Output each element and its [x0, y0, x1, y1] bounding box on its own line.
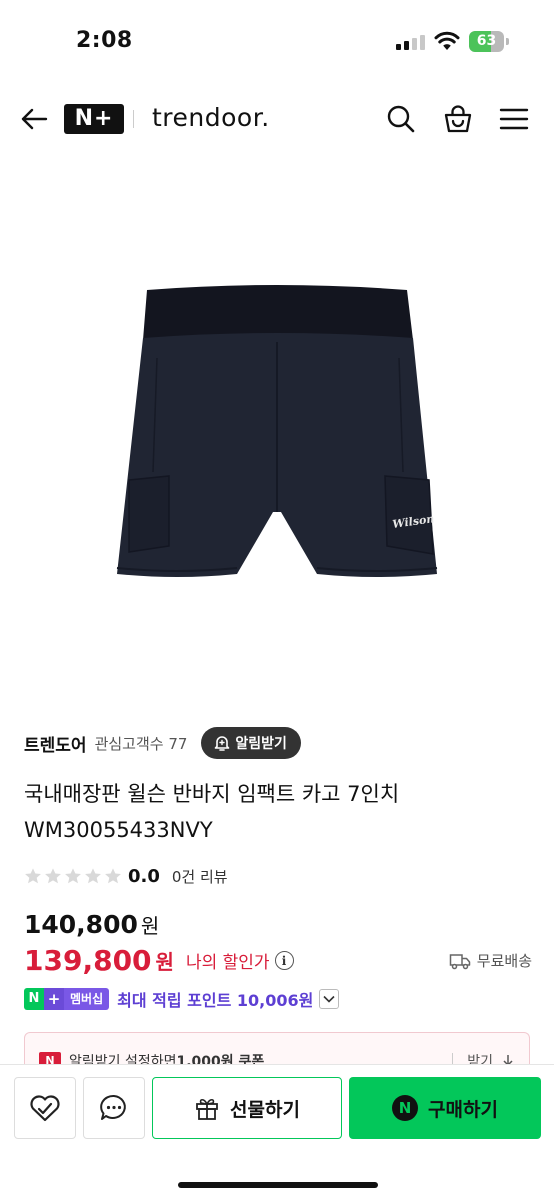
sale-price: 139,800 원 나의 할인가 i	[24, 944, 294, 977]
alarm-button[interactable]: 알림받기	[201, 727, 301, 759]
cellular-signal-icon	[396, 34, 426, 50]
back-arrow-icon	[21, 108, 48, 130]
rating-value: 0.0	[128, 865, 160, 887]
chat-button[interactable]	[83, 1077, 145, 1139]
home-indicator	[178, 1182, 378, 1188]
bell-plus-icon	[215, 736, 230, 751]
battery-percent: 63	[476, 33, 497, 49]
product-title-line1: 국내매장판 윌슨 반바지 임팩트 카고 7인치	[24, 782, 400, 806]
search-icon	[387, 105, 415, 133]
star-icon	[25, 868, 41, 884]
store-name[interactable]: 트렌도어	[24, 731, 87, 756]
original-price: 140,800 원	[24, 910, 159, 939]
shipping-info: 무료배송	[449, 950, 532, 971]
logo-divider	[133, 110, 134, 128]
plus-badge-icon: +	[44, 988, 64, 1010]
my-discount-label: 나의 할인가	[185, 953, 270, 973]
membership-points[interactable]: N + 멤버십 최대 적립 포인트 10,006원	[24, 986, 340, 1012]
search-button[interactable]	[383, 101, 419, 137]
battery-indicator: 63	[469, 31, 509, 52]
gift-button[interactable]: 선물하기	[152, 1077, 342, 1139]
star-icon	[65, 868, 81, 884]
brand-name[interactable]: trendoor.	[152, 103, 270, 132]
points-expand-button[interactable]	[319, 989, 340, 1009]
cart-icon	[444, 105, 472, 133]
naver-plus-logo[interactable]: N+	[64, 104, 124, 134]
chevron-down-icon	[323, 995, 335, 1003]
cart-button[interactable]	[440, 101, 476, 137]
menu-icon	[499, 108, 529, 130]
naver-plus-membership-badge: N + 멤버십	[24, 988, 110, 1010]
review-count[interactable]: 0건 리뷰	[172, 866, 228, 887]
bottom-action-bar: 선물하기 N 구매하기	[0, 1064, 554, 1200]
status-time: 2:08	[76, 28, 133, 53]
star-icon	[105, 868, 121, 884]
truck-icon	[449, 953, 471, 969]
original-price-value: 140,800	[24, 910, 138, 939]
info-icon[interactable]: i	[274, 951, 294, 970]
product-title-line2: WM30055433NVY	[24, 818, 213, 842]
alarm-button-label: 알림받기	[235, 736, 287, 752]
back-button[interactable]	[18, 103, 50, 135]
gift-button-label: 선물하기	[230, 1098, 300, 1121]
chat-icon	[100, 1094, 126, 1120]
points-text: 최대 적립 포인트 10,006원	[117, 991, 314, 1010]
rating-stars	[24, 867, 122, 885]
original-price-unit: 원	[140, 914, 160, 938]
product-image[interactable]: Wilson	[0, 154, 554, 710]
wishlist-button[interactable]	[14, 1077, 76, 1139]
buy-button-label: 구매하기	[428, 1098, 498, 1121]
wifi-icon	[434, 31, 460, 50]
shipping-label: 무료배송	[476, 952, 532, 970]
app-header: N+ trendoor.	[0, 84, 554, 154]
n-badge-icon: N	[24, 988, 44, 1010]
gift-icon	[196, 1098, 218, 1120]
menu-button[interactable]	[496, 101, 532, 137]
star-icon	[85, 868, 101, 884]
sale-price-value: 139,800	[24, 944, 152, 977]
sale-price-unit: 원	[155, 950, 174, 974]
status-bar: 2:08 63	[0, 0, 554, 84]
shorts-image: Wilson	[116, 285, 438, 577]
membership-badge-label: 멤버십	[64, 988, 110, 1010]
store-followers: 관심고객수 77	[94, 734, 188, 753]
rating-row[interactable]: 0.0 0건 리뷰	[24, 862, 228, 890]
buy-button[interactable]: N 구매하기	[349, 1077, 541, 1139]
product-title: 국내매장판 윌슨 반바지 임팩트 카고 7인치 WM30055433NVY	[24, 776, 534, 848]
store-row: 트렌도어 관심고객수 77 알림받기	[24, 726, 534, 760]
star-icon	[45, 868, 61, 884]
naver-n-icon: N	[392, 1095, 419, 1121]
heart-check-icon	[30, 1095, 60, 1122]
